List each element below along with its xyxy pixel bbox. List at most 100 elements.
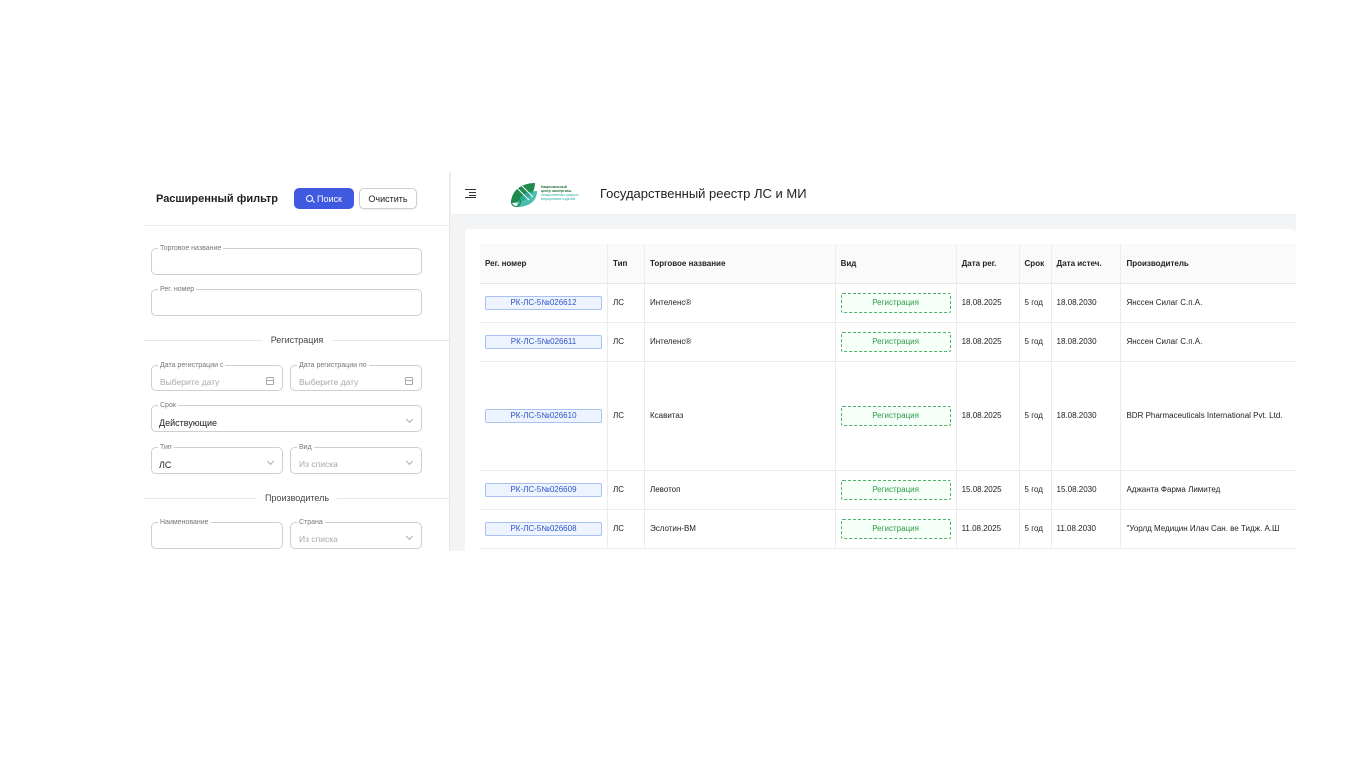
registration-section-title: Регистрация [262, 334, 332, 346]
column-header-reg-number[interactable]: Рег. номер [480, 244, 608, 284]
term-value: Действующие [159, 418, 218, 428]
cell-trade-name: Интеленс® [644, 283, 836, 323]
kind-legend: Вид [297, 443, 314, 452]
cell-term: 5 год [1019, 283, 1052, 323]
chevron-down-icon [405, 532, 414, 541]
cell-manufacturer: "Уорлд Медицин Илач Сан. ве Тидж. А.Ш [1120, 509, 1296, 549]
column-header-trade-name[interactable]: Торговое название [644, 244, 836, 284]
kind-tag: Регистрация [840, 292, 951, 313]
page-title: Государственный реестр ЛС и МИ [600, 185, 807, 201]
manufacturer-section-title: Производитель [256, 492, 338, 504]
filter-header: Расширенный фильтр Поиск Очистить [144, 172, 449, 226]
table-row[interactable]: РК-ЛС-5№026612 ЛС Интеленс® Регистрация … [480, 283, 1296, 323]
type-select[interactable]: Тип ЛС [151, 443, 283, 474]
chevron-down-icon [405, 415, 414, 424]
cell-expiry: 18.08.2030 [1051, 283, 1122, 323]
reg-number-field[interactable]: Рег. номер [151, 285, 422, 316]
kind-select[interactable]: Вид Из списка [290, 443, 422, 474]
column-header-term[interactable]: Срок [1019, 244, 1052, 284]
kind-tag: Регистрация [840, 405, 951, 426]
cell-reg-date: 18.08.2025 [956, 283, 1020, 323]
registry-table: Рег. номер Тип Торговое название Вид Дат… [480, 244, 1296, 549]
search-button[interactable]: Поиск [294, 188, 354, 209]
filter-sidebar: Расширенный фильтр Поиск Очистить Торгов… [144, 172, 450, 551]
registration-section-divider: Регистрация [144, 334, 450, 346]
country-placeholder: Из списка [299, 534, 338, 544]
type-value: ЛС [159, 460, 172, 470]
date-to-field[interactable]: Дата регистрации по Выберите дату [290, 361, 422, 391]
country-select[interactable]: Страна Из списка [290, 518, 422, 549]
term-select[interactable]: Срок Действующие [151, 401, 422, 432]
cell-type: ЛС [607, 322, 645, 362]
trade-name-legend: Торговое название [158, 244, 224, 253]
cell-expiry: 11.08.2030 [1051, 509, 1122, 549]
menu-fold-icon[interactable] [465, 188, 476, 199]
cell-manufacturer: Янссен Силаг С.п.А. [1120, 322, 1296, 362]
table-row[interactable]: РК-ЛС-5№026609 ЛС Левотоп Регистрация 15… [480, 470, 1296, 510]
table-header-row: Рег. номер Тип Торговое название Вид Дат… [480, 244, 1296, 284]
cell-term: 5 год [1019, 322, 1052, 362]
reg-number-legend: Рег. номер [158, 285, 197, 294]
cell-term: 5 год [1019, 509, 1052, 549]
cell-reg-date: 15.08.2025 [956, 470, 1020, 510]
cell-trade-name: Левотоп [644, 470, 836, 510]
cell-term: 5 год [1019, 470, 1052, 510]
registry-table-card: Рег. номер Тип Торговое название Вид Дат… [465, 229, 1296, 551]
term-legend: Срок [158, 401, 178, 410]
cell-type: ЛС [607, 361, 645, 471]
column-header-manufacturer[interactable]: Производитель [1120, 244, 1296, 284]
cell-type: ЛС [607, 470, 645, 510]
cell-reg-date: 18.08.2025 [956, 361, 1020, 471]
reg-number-tag[interactable]: РК-ЛС-5№026610 [485, 408, 602, 423]
table-row[interactable]: РК-ЛС-5№026611 ЛС Интеленс® Регистрация … [480, 322, 1296, 362]
kind-placeholder: Из списка [299, 459, 338, 469]
kind-tag: Регистрация [840, 331, 951, 352]
chevron-down-icon [405, 457, 414, 466]
cell-expiry: 15.08.2030 [1051, 470, 1122, 510]
cell-manufacturer: Аджанта Фарма Лимитед [1120, 470, 1296, 510]
column-header-expiry[interactable]: Дата истеч. [1051, 244, 1122, 284]
cell-expiry: 18.08.2030 [1051, 361, 1122, 471]
column-header-kind[interactable]: Вид [835, 244, 957, 284]
app-frame: Расширенный фильтр Поиск Очистить Торгов… [144, 172, 1296, 551]
cell-term: 5 год [1019, 361, 1052, 471]
date-from-legend: Дата регистрации с [158, 361, 226, 370]
top-bar: Национальный центр экспертизы лекарствен… [451, 172, 1296, 215]
cell-trade-name: Ксавитаз [644, 361, 836, 471]
search-icon [306, 195, 314, 202]
column-header-type[interactable]: Тип [607, 244, 645, 284]
date-from-placeholder: Выберите дату [160, 377, 220, 387]
trade-name-field[interactable]: Торговое название [151, 244, 422, 275]
clear-button[interactable]: Очистить [359, 188, 417, 209]
date-to-legend: Дата регистрации по [297, 361, 369, 370]
cell-trade-name: Интеленс® [644, 322, 836, 362]
main-area: Национальный центр экспертизы лекарствен… [451, 172, 1296, 551]
date-to-placeholder: Выберите дату [299, 377, 359, 387]
cell-type: ЛС [607, 283, 645, 323]
kind-tag: Регистрация [840, 518, 951, 539]
search-button-label: Поиск [317, 193, 342, 204]
table-row[interactable]: РК-ЛС-5№026610 ЛС Ксавитаз Регистрация 1… [480, 361, 1296, 471]
cell-trade-name: Эслотин-ВМ [644, 509, 836, 549]
calendar-icon[interactable] [266, 377, 274, 385]
chevron-down-icon [266, 457, 275, 466]
reg-number-tag[interactable]: РК-ЛС-5№026611 [485, 334, 602, 349]
cell-reg-date: 18.08.2025 [956, 322, 1020, 362]
cell-manufacturer: BDR Pharmaceuticals International Pvt. L… [1120, 361, 1296, 471]
manufacturer-name-legend: Наименование [158, 518, 211, 527]
reg-number-tag[interactable]: РК-ЛС-5№026608 [485, 521, 602, 536]
column-header-reg-date[interactable]: Дата рег. [956, 244, 1020, 284]
cell-expiry: 18.08.2030 [1051, 322, 1122, 362]
reg-number-tag[interactable]: РК-ЛС-5№026612 [485, 295, 602, 310]
logo: Национальный центр экспертизы лекарствен… [507, 177, 589, 209]
reg-number-tag[interactable]: РК-ЛС-5№026609 [485, 482, 602, 497]
cell-type: ЛС [607, 509, 645, 549]
date-from-field[interactable]: Дата регистрации с Выберите дату [151, 361, 283, 391]
manufacturer-section-divider: Производитель [144, 492, 450, 504]
manufacturer-name-field[interactable]: Наименование [151, 518, 283, 549]
table-row[interactable]: РК-ЛС-5№026608 ЛС Эслотин-ВМ Регистрация… [480, 509, 1296, 549]
filter-title: Расширенный фильтр [156, 192, 278, 205]
country-legend: Страна [297, 518, 325, 527]
type-legend: Тип [158, 443, 174, 452]
calendar-icon[interactable] [405, 377, 413, 385]
